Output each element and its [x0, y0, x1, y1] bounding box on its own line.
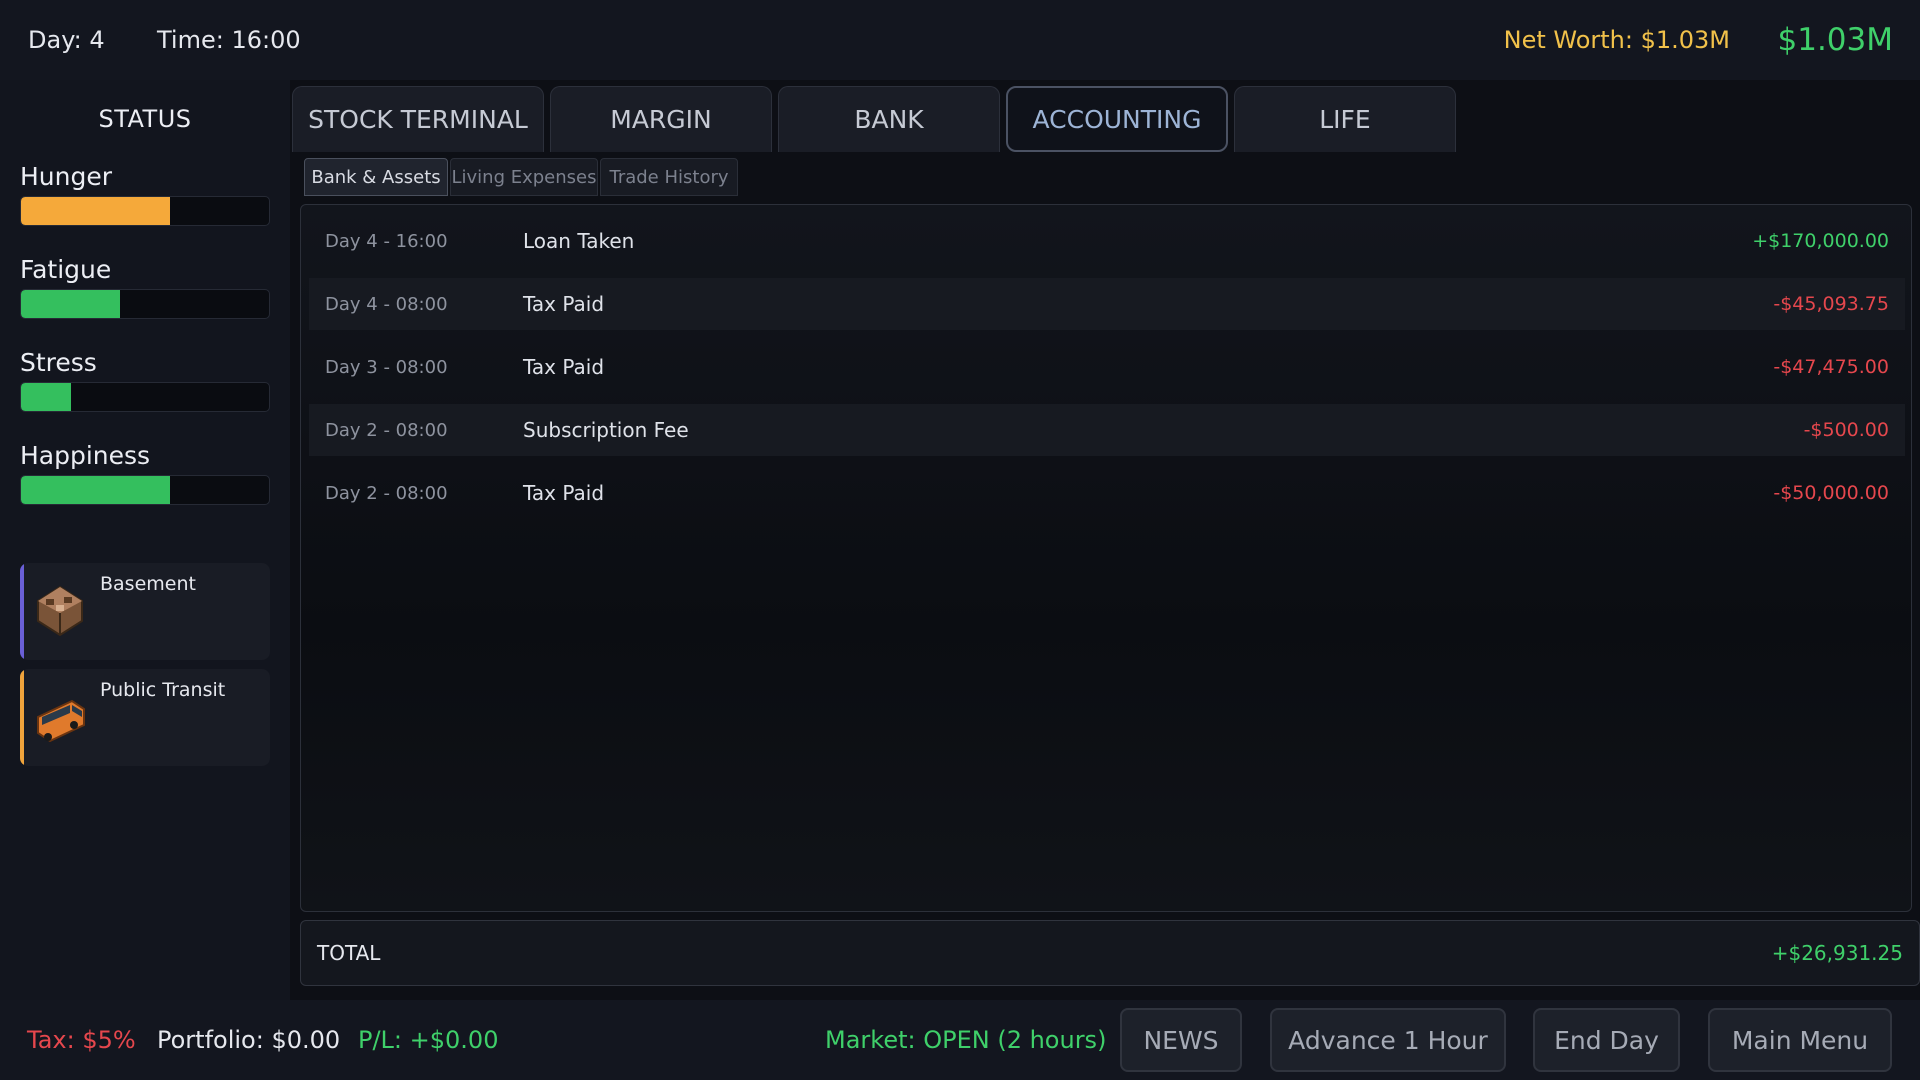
news-button[interactable]: NEWS [1120, 1008, 1242, 1072]
status-sidebar: STATUS Hunger Fatigue Stress Happiness B… [0, 80, 290, 1000]
table-row: Day 4 - 16:00 Loan Taken +$170,000.00 [309, 215, 1905, 267]
table-row: Day 4 - 08:00 Tax Paid -$45,093.75 [309, 278, 1905, 330]
housing-card[interactable]: Basement [20, 563, 270, 660]
stat-hunger: Hunger [20, 162, 270, 226]
row-amount: -$500.00 [1803, 419, 1889, 441]
stat-bar-track [20, 475, 270, 505]
stat-bar-track [20, 382, 270, 412]
table-row: Day 3 - 08:00 Tax Paid -$47,475.00 [309, 341, 1905, 393]
card-name: Public Transit [100, 679, 226, 701]
market-status: Market: OPEN (2 hours) [825, 1026, 1107, 1054]
card-accent [20, 669, 24, 766]
tax-readout: Tax: $5% [27, 1026, 136, 1054]
row-date: Day 2 - 08:00 [325, 419, 448, 441]
pl-readout: P/L: +$0.00 [358, 1026, 499, 1054]
table-row: Day 2 - 08:00 Subscription Fee -$500.00 [309, 404, 1905, 456]
total-value: +$26,931.25 [1771, 941, 1903, 965]
top-bar: Day: 4 Time: 16:00 Net Worth: $1.03M $1.… [0, 0, 1920, 80]
tab-life[interactable]: LIFE [1234, 86, 1456, 152]
row-description: Tax Paid [523, 355, 605, 379]
row-description: Tax Paid [523, 292, 605, 316]
card-name: Basement [100, 573, 196, 595]
row-date: Day 4 - 16:00 [325, 230, 448, 252]
row-description: Tax Paid [523, 481, 605, 505]
end-day-button[interactable]: End Day [1533, 1008, 1680, 1072]
tab-accounting[interactable]: ACCOUNTING [1006, 86, 1228, 152]
stat-bar-track [20, 289, 270, 319]
basement-icon [32, 581, 88, 641]
bottom-bar: Tax: $5% Portfolio: $0.00 P/L: +$0.00 Ma… [0, 1000, 1920, 1080]
bus-icon [32, 687, 88, 747]
row-description: Loan Taken [523, 229, 635, 253]
total-bar: TOTAL +$26,931.25 [300, 920, 1920, 986]
stat-bar-fill [21, 476, 170, 504]
subtab-bank-assets[interactable]: Bank & Assets [304, 158, 448, 196]
total-label: TOTAL [317, 941, 381, 965]
row-date: Day 4 - 08:00 [325, 293, 448, 315]
transport-card[interactable]: Public Transit [20, 669, 270, 766]
row-date: Day 2 - 08:00 [325, 482, 448, 504]
row-amount: -$47,475.00 [1773, 356, 1889, 378]
stat-happiness: Happiness [20, 441, 270, 505]
stat-label: Happiness [20, 441, 151, 470]
stat-bar-track [20, 196, 270, 226]
subtab-trade-history[interactable]: Trade History [600, 158, 738, 196]
card-accent [20, 563, 24, 660]
net-worth-readout: Net Worth: $1.03M [1503, 26, 1730, 54]
stat-label: Hunger [20, 162, 113, 191]
row-description: Subscription Fee [523, 418, 689, 442]
stat-bar-fill [21, 290, 121, 318]
status-title: STATUS [98, 105, 192, 133]
stat-stress: Stress [20, 348, 270, 412]
day-readout: Day: 4 [28, 26, 105, 54]
subtab-living-expenses[interactable]: Living Expenses [450, 158, 598, 196]
advance-hour-button[interactable]: Advance 1 Hour [1270, 1008, 1506, 1072]
cash-readout: $1.03M [1777, 22, 1894, 58]
row-date: Day 3 - 08:00 [325, 356, 448, 378]
row-amount: -$45,093.75 [1773, 293, 1889, 315]
portfolio-readout: Portfolio: $0.00 [157, 1026, 341, 1054]
stat-label: Fatigue [20, 255, 112, 284]
main-panel: STOCK TERMINAL MARGIN BANK ACCOUNTING LI… [290, 80, 1920, 1000]
stat-fatigue: Fatigue [20, 255, 270, 319]
stat-label: Stress [20, 348, 97, 377]
stat-bar-fill [21, 383, 71, 411]
transactions-panel: Day 4 - 16:00 Loan Taken +$170,000.00 Da… [300, 204, 1912, 912]
row-amount: +$170,000.00 [1752, 230, 1889, 252]
main-menu-button[interactable]: Main Menu [1708, 1008, 1892, 1072]
tab-stock-terminal[interactable]: STOCK TERMINAL [292, 86, 544, 152]
stat-bar-fill [21, 197, 170, 225]
table-row: Day 2 - 08:00 Tax Paid -$50,000.00 [309, 467, 1905, 519]
tab-margin[interactable]: MARGIN [550, 86, 772, 152]
tab-bank[interactable]: BANK [778, 86, 1000, 152]
time-readout: Time: 16:00 [157, 26, 301, 54]
row-amount: -$50,000.00 [1773, 482, 1889, 504]
